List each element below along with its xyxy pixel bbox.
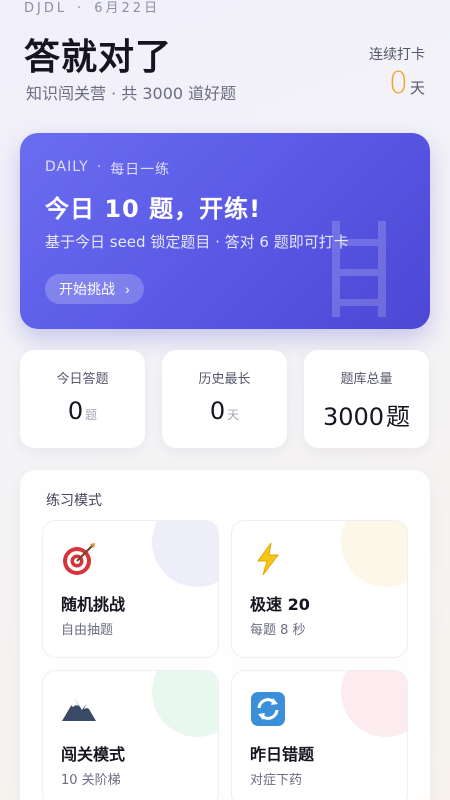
repeat-icon (251, 692, 285, 726)
date-line: DJDL · 6月22日 (24, 0, 160, 18)
mode-name: 极速 20 (250, 595, 310, 614)
decor-blob (341, 671, 407, 737)
decor-blob (152, 671, 218, 737)
streak-unit: 天 (409, 79, 425, 97)
mountain-icon (62, 699, 96, 721)
page-title: 答就对了 (24, 37, 173, 78)
mode-card-random[interactable]: 随机挑战 自由抽题 (42, 520, 219, 658)
stat-value: 0 题 (20, 397, 145, 425)
ladder-icon (332, 221, 386, 317)
mode-desc: 对症下药 (250, 773, 303, 788)
daily-kicker-en: DAILY (45, 159, 89, 175)
page-subtitle: 知识闯关营 · 共 3000 道好题 (26, 84, 237, 103)
mode-card-levels[interactable]: 闯关模式 10 关阶梯 (42, 670, 219, 800)
stat-label: 题库总量 (340, 372, 393, 387)
stat-number: 3000 (322, 403, 385, 431)
lightning-icon (257, 542, 279, 576)
target-icon (63, 543, 95, 575)
stat-number: 0 (209, 397, 226, 425)
stat-card-total: 题库总量 3000 题 (304, 350, 429, 448)
decor-blob (341, 521, 407, 587)
decor-blob (152, 521, 218, 587)
mode-desc: 每题 8 秒 (250, 623, 306, 638)
stat-label: 今日答题 (56, 372, 109, 387)
mode-desc: 10 关阶梯 (61, 773, 121, 788)
stat-unit: 天 (227, 408, 240, 422)
stat-unit: 题 (386, 403, 411, 431)
chevron-right-icon: › (125, 281, 130, 297)
mode-name: 闯关模式 (61, 745, 126, 764)
mode-name: 随机挑战 (61, 595, 126, 614)
mode-card-speed[interactable]: 极速 20 每题 8 秒 (231, 520, 408, 658)
daily-challenge-card[interactable]: DAILY · 每日一练 今日 10 题，开练! 基于今日 seed 锁定题目 … (20, 133, 430, 329)
daily-title: 今日 10 题，开练! (45, 195, 262, 223)
mode-desc: 自由抽题 (61, 623, 114, 638)
practice-modes-panel: 练习模式 随机挑战 自由抽题 极速 20 每题 8 秒 闯关模式 10 关阶梯 (20, 470, 430, 800)
stat-card-today: 今日答题 0 题 (20, 350, 145, 448)
streak-label: 连续打卡 (369, 47, 425, 63)
start-challenge-label: 开始挑战 (59, 281, 115, 297)
streak-number: 0 (388, 66, 408, 101)
streak-counter: 0 天 (389, 66, 425, 101)
stat-card-longest: 历史最长 0 天 (162, 350, 287, 448)
separator-dot: · (77, 1, 85, 16)
stat-label: 历史最长 (198, 372, 251, 387)
date-label: 6月22日 (94, 1, 161, 16)
brand-label: DJDL (24, 1, 68, 16)
stat-value: 0 天 (162, 397, 287, 425)
daily-description: 基于今日 seed 锁定题目 · 答对 6 题即可打卡 (45, 233, 349, 251)
daily-kicker: DAILY · 每日一练 (45, 159, 170, 179)
daily-kicker-cn: 每日一练 (110, 162, 171, 178)
stat-value: 3000 题 (304, 397, 429, 432)
stat-number: 0 (67, 397, 84, 425)
mode-name: 昨日错题 (250, 745, 315, 764)
stat-unit: 题 (85, 408, 98, 422)
start-challenge-button[interactable]: 开始挑战 › (45, 274, 144, 304)
daily-kicker-separator: · (96, 159, 103, 175)
section-title: 练习模式 (46, 493, 102, 509)
mode-card-mistakes[interactable]: 昨日错题 对症下药 (231, 670, 408, 800)
